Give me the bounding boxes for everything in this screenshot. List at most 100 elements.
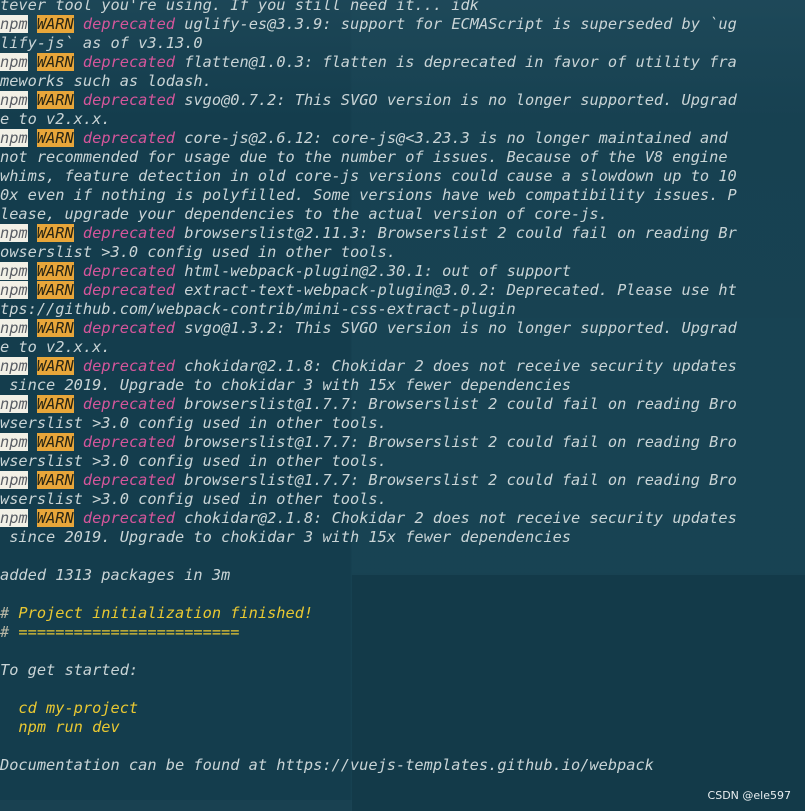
deprecated-label: deprecated xyxy=(82,262,176,280)
terminal-line: cd my-project xyxy=(0,699,805,718)
terminal-line: lify-js` as of v3.13.0 xyxy=(0,34,805,53)
terminal-line: owserslist >3.0 config used in other too… xyxy=(0,243,805,262)
comment-text: ======================== xyxy=(18,623,240,641)
warn-badge: WARN xyxy=(36,471,74,489)
terminal-line: npm WARN deprecated extract-text-webpack… xyxy=(0,281,805,300)
npm-label: npm xyxy=(0,357,28,375)
npm-label: npm xyxy=(0,433,28,451)
terminal-line: npm WARN deprecated html-webpack-plugin@… xyxy=(0,262,805,281)
npm-label: npm xyxy=(0,262,28,280)
output-text: not recommended for usage due to the num… xyxy=(0,148,728,166)
warning-message: browserslist@2.11.3: Browserslist 2 coul… xyxy=(175,224,737,242)
warn-badge: WARN xyxy=(36,395,74,413)
deprecated-label: deprecated xyxy=(82,91,176,109)
command-hint: npm run dev xyxy=(0,718,120,736)
terminal-line: npm WARN deprecated core-js@2.6.12: core… xyxy=(0,129,805,148)
warn-badge: WARN xyxy=(36,433,74,451)
output-text: wserslist >3.0 config used in other tool… xyxy=(0,490,387,508)
output-text: since 2019. Upgrade to chokidar 3 with 1… xyxy=(0,528,571,546)
terminal-line: whims, feature detection in old core-js … xyxy=(0,167,805,186)
terminal-line: 0x even if nothing is polyfilled. Some v… xyxy=(0,186,805,205)
warn-badge: WARN xyxy=(36,319,74,337)
terminal-line: npm WARN deprecated svgo@0.7.2: This SVG… xyxy=(0,91,805,110)
deprecated-label: deprecated xyxy=(82,471,176,489)
output-text: lify-js` as of v3.13.0 xyxy=(0,34,203,52)
warn-badge: WARN xyxy=(36,262,74,280)
npm-label: npm xyxy=(0,91,28,109)
npm-label: npm xyxy=(0,395,28,413)
deprecated-label: deprecated xyxy=(82,433,176,451)
warning-message: uglify-es@3.3.9: support for ECMAScript … xyxy=(175,15,737,33)
output-text: To get started: xyxy=(0,661,139,679)
warning-message: svgo@1.3.2: This SVGO version is no long… xyxy=(175,319,737,337)
output-text: tever tool you're using. If you still ne… xyxy=(0,0,479,14)
warning-message: chokidar@2.1.8: Chokidar 2 does not rece… xyxy=(175,357,737,375)
background-strip xyxy=(0,800,352,811)
npm-label: npm xyxy=(0,471,28,489)
comment-prefix: # xyxy=(0,623,19,641)
npm-label: npm xyxy=(0,53,28,71)
warn-badge: WARN xyxy=(36,129,74,147)
warning-message: chokidar@2.1.8: Chokidar 2 does not rece… xyxy=(175,509,737,527)
deprecated-label: deprecated xyxy=(82,395,176,413)
npm-label: npm xyxy=(0,319,28,337)
warn-badge: WARN xyxy=(36,509,74,527)
terminal-line: e to v2.x.x. xyxy=(0,338,805,357)
terminal-line: wserslist >3.0 config used in other tool… xyxy=(0,414,805,433)
terminal-line: npm WARN deprecated chokidar@2.1.8: Chok… xyxy=(0,509,805,528)
deprecated-label: deprecated xyxy=(82,53,176,71)
output-text: since 2019. Upgrade to chokidar 3 with 1… xyxy=(0,376,571,394)
deprecated-label: deprecated xyxy=(82,224,176,242)
output-text: wserslist >3.0 config used in other tool… xyxy=(0,452,387,470)
terminal-line: npm WARN deprecated browserslist@1.7.7: … xyxy=(0,395,805,414)
output-text: wserslist >3.0 config used in other tool… xyxy=(0,414,387,432)
output-text: owserslist >3.0 config used in other too… xyxy=(0,243,397,261)
deprecated-label: deprecated xyxy=(82,357,176,375)
terminal-line: # ======================== xyxy=(0,623,805,642)
output-text: e to v2.x.x. xyxy=(0,110,111,128)
npm-label: npm xyxy=(0,509,28,527)
terminal-output[interactable]: tever tool you're using. If you still ne… xyxy=(0,0,805,775)
deprecated-label: deprecated xyxy=(82,281,176,299)
terminal-line: wserslist >3.0 config used in other tool… xyxy=(0,490,805,509)
comment-text: Project initialization finished! xyxy=(18,604,314,622)
terminal-line: lease, upgrade your dependencies to the … xyxy=(0,205,805,224)
warning-message: html-webpack-plugin@2.30.1: out of suppo… xyxy=(175,262,572,280)
terminal-line: meworks such as lodash. xyxy=(0,72,805,91)
deprecated-label: deprecated xyxy=(82,509,176,527)
terminal-line: since 2019. Upgrade to chokidar 3 with 1… xyxy=(0,376,805,395)
terminal-line: npm WARN deprecated browserslist@1.7.7: … xyxy=(0,471,805,490)
terminal-line: npm WARN deprecated uglify-es@3.3.9: sup… xyxy=(0,15,805,34)
warning-message: browserslist@1.7.7: Browserslist 2 could… xyxy=(175,433,737,451)
npm-label: npm xyxy=(0,281,28,299)
terminal-line: To get started: xyxy=(0,661,805,680)
warning-message: browserslist@1.7.7: Browserslist 2 could… xyxy=(175,395,737,413)
output-text: lease, upgrade your dependencies to the … xyxy=(0,205,608,223)
warn-badge: WARN xyxy=(36,15,74,33)
terminal-line: tps://github.com/webpack-contrib/mini-cs… xyxy=(0,300,805,319)
warn-badge: WARN xyxy=(36,91,74,109)
npm-label: npm xyxy=(0,15,28,33)
output-text: e to v2.x.x. xyxy=(0,338,111,356)
terminal-line: not recommended for usage due to the num… xyxy=(0,148,805,167)
terminal-line: # Project initialization finished! xyxy=(0,604,805,623)
terminal-line: added 1313 packages in 3m xyxy=(0,566,805,585)
terminal-line: npm WARN deprecated svgo@1.3.2: This SVG… xyxy=(0,319,805,338)
terminal-line: wserslist >3.0 config used in other tool… xyxy=(0,452,805,471)
terminal-line: e to v2.x.x. xyxy=(0,110,805,129)
warning-message: flatten@1.0.3: flatten is deprecated in … xyxy=(175,53,737,71)
npm-label: npm xyxy=(0,129,28,147)
terminal-line: npm WARN deprecated flatten@1.0.3: flatt… xyxy=(0,53,805,72)
warn-badge: WARN xyxy=(36,357,74,375)
warn-badge: WARN xyxy=(36,224,74,242)
deprecated-label: deprecated xyxy=(82,15,176,33)
warning-message: svgo@0.7.2: This SVGO version is no long… xyxy=(175,91,737,109)
comment-prefix: # xyxy=(0,604,19,622)
terminal-line: tever tool you're using. If you still ne… xyxy=(0,0,805,15)
output-text: tps://github.com/webpack-contrib/mini-cs… xyxy=(0,300,516,318)
